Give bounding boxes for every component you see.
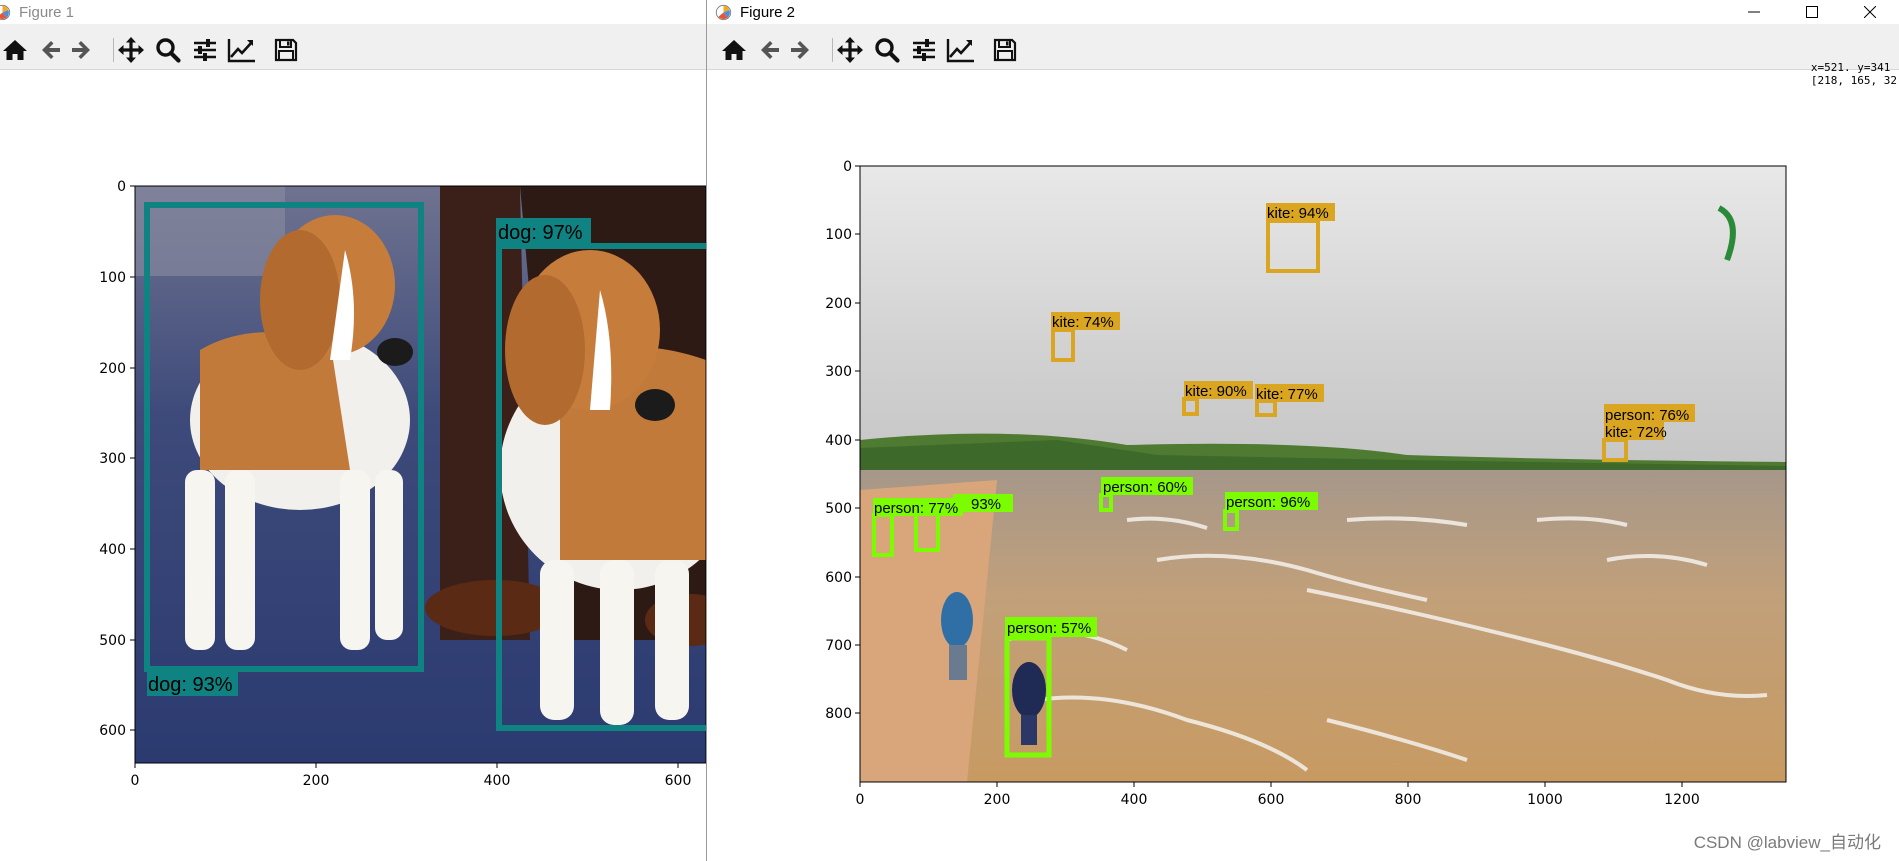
figure-1-y-axis: 0 100 200 300 400 500 600 bbox=[99, 179, 135, 739]
x-tick-label: 0 bbox=[131, 773, 140, 789]
y-tick-label: 200 bbox=[99, 361, 126, 377]
figure-2-x-axis: 0 200 400 600 800 1000 1200 bbox=[856, 782, 1700, 808]
x-tick-label: 0 bbox=[856, 792, 865, 808]
detection-label: dog: 97% bbox=[498, 222, 583, 244]
x-tick-label: 1200 bbox=[1664, 792, 1700, 808]
detection-label: kite: 72% bbox=[1605, 424, 1667, 441]
x-tick-label: 800 bbox=[1395, 792, 1422, 808]
y-tick-label: 500 bbox=[99, 633, 126, 649]
x-tick-label: 600 bbox=[1258, 792, 1285, 808]
x-tick-label: 200 bbox=[303, 773, 330, 789]
figure-2-window: Figure 2 x=521. y=341 [218, 165, 32 0 10… bbox=[706, 0, 1899, 861]
x-tick-label: 200 bbox=[984, 792, 1011, 808]
figure-1-window: Figure 1 0 100 200 300 400 500 600 0 200… bbox=[0, 0, 706, 861]
y-tick-label: 300 bbox=[99, 451, 126, 467]
detection-person-76: person: 76% bbox=[1604, 404, 1695, 424]
beach-photo bbox=[860, 166, 1786, 782]
y-tick-label: 500 bbox=[825, 501, 852, 517]
detection-label: person: 60% bbox=[1103, 479, 1187, 496]
y-tick-label: 700 bbox=[825, 638, 852, 654]
detection-label: person: 96% bbox=[1226, 494, 1310, 511]
x-tick-label: 400 bbox=[484, 773, 511, 789]
watermark: CSDN @labview_自动化 bbox=[1693, 833, 1881, 852]
x-tick-label: 600 bbox=[665, 773, 692, 789]
x-tick-label: 400 bbox=[1121, 792, 1148, 808]
y-tick-label: 0 bbox=[117, 179, 126, 195]
figure-2-plot: 0 100 200 300 400 500 600 700 800 0 200 … bbox=[825, 159, 1787, 808]
figure-1-plot: 0 100 200 300 400 500 600 0 200 400 600 … bbox=[99, 179, 706, 789]
detection-label: person: 76% bbox=[1605, 407, 1689, 424]
y-tick-label: 0 bbox=[843, 159, 852, 175]
y-tick-label: 600 bbox=[825, 570, 852, 586]
y-tick-label: 100 bbox=[825, 227, 852, 243]
detection-label: kite: 94% bbox=[1267, 205, 1329, 222]
y-tick-label: 100 bbox=[99, 270, 126, 286]
y-tick-label: 300 bbox=[825, 364, 852, 380]
y-tick-label: 400 bbox=[825, 433, 852, 449]
detection-label: person: 57% bbox=[1007, 620, 1091, 637]
y-tick-label: 800 bbox=[825, 706, 852, 722]
detection-label: person: 77% bbox=[874, 500, 958, 517]
detection-label: kite: 90% bbox=[1185, 383, 1247, 400]
y-tick-label: 600 bbox=[99, 723, 126, 739]
detection-label: kite: 77% bbox=[1256, 386, 1318, 403]
x-tick-label: 1000 bbox=[1527, 792, 1563, 808]
y-tick-label: 200 bbox=[825, 296, 852, 312]
figure-1-x-axis: 0 200 400 600 bbox=[131, 763, 692, 789]
y-tick-label: 400 bbox=[99, 542, 126, 558]
figure-2-y-axis: 0 100 200 300 400 500 600 700 800 bbox=[825, 159, 860, 722]
detection-label: dog: 93% bbox=[148, 674, 233, 696]
detection-label: kite: 74% bbox=[1052, 314, 1114, 331]
detection-label: 93% bbox=[971, 496, 1001, 513]
